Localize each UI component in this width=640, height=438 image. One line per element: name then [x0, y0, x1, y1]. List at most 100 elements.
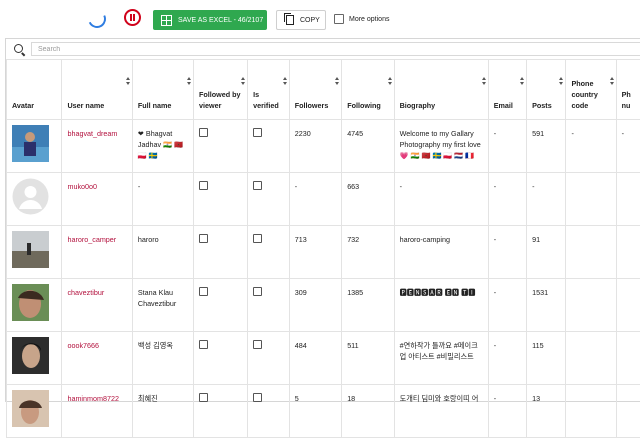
col-header-avatar[interactable]: Avatar — [7, 60, 62, 120]
following-cell: 511 — [342, 332, 394, 385]
is-verified-cell — [248, 226, 290, 279]
fullname-cell: haroro — [132, 226, 193, 279]
is-verified-cell — [248, 279, 290, 332]
table-row: oook7666백성 김영옥 484511#연하작가 틀까요 #메이크업 아티스트… — [7, 332, 640, 385]
avatar[interactable] — [12, 337, 56, 374]
phone-number-cell: - — [616, 120, 640, 173]
avatar-cell — [7, 226, 62, 279]
col-header-phone-number[interactable]: Ph nu — [616, 60, 640, 120]
search-input[interactable] — [31, 42, 640, 56]
checkbox-icon[interactable] — [334, 14, 344, 24]
results-table: Avatar User name Full name Followed by v… — [6, 59, 640, 438]
copy-button[interactable]: COPY — [276, 10, 326, 30]
checkbox-icon[interactable] — [199, 393, 208, 402]
avatar[interactable] — [12, 390, 56, 427]
checkbox-icon[interactable] — [199, 340, 208, 349]
excel-icon — [161, 15, 172, 26]
email-cell: - — [488, 332, 526, 385]
table-row: haminmom8722최혜진518도개티 딤미와 호랑이띠 어-13 — [7, 385, 640, 438]
phone-country-code-cell — [566, 385, 616, 438]
checkbox-icon[interactable] — [253, 340, 262, 349]
checkbox-icon[interactable] — [253, 181, 262, 190]
biography-cell: - — [394, 173, 488, 226]
biography-cell: #연하작가 틀까요 #메이크업 아티스트 #비밀리스트 — [394, 332, 488, 385]
followers-cell: 5 — [289, 385, 341, 438]
phone-number-cell — [616, 279, 640, 332]
followers-cell: 713 — [289, 226, 341, 279]
phone-country-code-cell: - — [566, 120, 616, 173]
fullname-cell: 백성 김영옥 — [132, 332, 193, 385]
col-header-phone-country-code[interactable]: Phone country code — [566, 60, 616, 120]
following-cell: 732 — [342, 226, 394, 279]
copy-icon — [286, 15, 294, 25]
posts-cell: 13 — [527, 385, 566, 438]
following-cell: 1385 — [342, 279, 394, 332]
checkbox-icon[interactable] — [199, 234, 208, 243]
avatar[interactable] — [12, 284, 56, 321]
phone-number-cell — [616, 385, 640, 438]
biography-cell: 도개티 딤미와 호랑이띠 어 — [394, 385, 488, 438]
posts-cell: 591 — [527, 120, 566, 173]
checkbox-icon[interactable] — [253, 393, 262, 402]
email-cell: - — [488, 120, 526, 173]
search-icon[interactable] — [14, 44, 23, 53]
loading-spinner-icon — [85, 7, 108, 30]
table-row: haroro_camperharoro713732haroro-camping-… — [7, 226, 640, 279]
phone-number-cell — [616, 173, 640, 226]
biography-cell: Welcome to my Gallary Photography my fir… — [394, 120, 488, 173]
following-cell: 663 — [342, 173, 394, 226]
table-row: chaveztiburStana Klau Chaveztibur3091385… — [7, 279, 640, 332]
avatar-cell — [7, 173, 62, 226]
fullname-cell: ❤ Bhagvat Jadhav 🇮🇳 🇲🇦 🇵🇱 🇸🇪 — [132, 120, 193, 173]
col-header-followers[interactable]: Followers — [289, 60, 341, 120]
col-header-fullname[interactable]: Full name — [132, 60, 193, 120]
followed-by-viewer-cell — [194, 279, 248, 332]
checkbox-icon[interactable] — [253, 234, 262, 243]
avatar[interactable] — [12, 231, 56, 268]
checkbox-icon[interactable] — [199, 287, 208, 296]
col-header-following[interactable]: Following — [342, 60, 394, 120]
username-link[interactable]: bhagvat_dream — [62, 120, 132, 173]
more-options-toggle[interactable]: More options — [334, 14, 389, 24]
username-link[interactable]: haminmom8722 — [62, 385, 132, 438]
avatar-cell — [7, 120, 62, 173]
followers-cell: 484 — [289, 332, 341, 385]
posts-cell: 91 — [527, 226, 566, 279]
phone-country-code-cell — [566, 226, 616, 279]
avatar-cell — [7, 385, 62, 438]
followed-by-viewer-cell — [194, 385, 248, 438]
username-link[interactable]: muko0o0 — [62, 173, 132, 226]
following-cell: 18 — [342, 385, 394, 438]
toolbar: SAVE AS EXCEL - 46/2107 COPY More option… — [0, 0, 640, 38]
username-link[interactable]: oook7666 — [62, 332, 132, 385]
table-row: muko0o0--663--- — [7, 173, 640, 226]
username-link[interactable]: chaveztibur — [62, 279, 132, 332]
table-row: bhagvat_dream❤ Bhagvat Jadhav 🇮🇳 🇲🇦 🇵🇱 🇸… — [7, 120, 640, 173]
col-header-posts[interactable]: Posts — [527, 60, 566, 120]
avatar[interactable] — [12, 178, 56, 215]
results-panel: Avatar User name Full name Followed by v… — [5, 38, 640, 402]
is-verified-cell — [248, 385, 290, 438]
col-header-biography[interactable]: Biography — [394, 60, 488, 120]
posts-cell: 115 — [527, 332, 566, 385]
save-as-excel-button[interactable]: SAVE AS EXCEL - 46/2107 — [153, 10, 267, 30]
following-cell: 4745 — [342, 120, 394, 173]
phone-number-cell — [616, 226, 640, 279]
col-header-email[interactable]: Email — [488, 60, 526, 120]
checkbox-icon[interactable] — [253, 128, 262, 137]
is-verified-cell — [248, 332, 290, 385]
checkbox-icon[interactable] — [253, 287, 262, 296]
col-header-followed-by-viewer[interactable]: Followed by viewer — [194, 60, 248, 120]
biography-cell: haroro-camping — [394, 226, 488, 279]
followers-cell: - — [289, 173, 341, 226]
is-verified-cell — [248, 120, 290, 173]
username-link[interactable]: haroro_camper — [62, 226, 132, 279]
followed-by-viewer-cell — [194, 332, 248, 385]
avatar[interactable] — [12, 125, 56, 162]
checkbox-icon[interactable] — [199, 128, 208, 137]
checkbox-icon[interactable] — [199, 181, 208, 190]
pause-icon[interactable] — [124, 9, 141, 26]
email-cell: - — [488, 173, 526, 226]
col-header-username[interactable]: User name — [62, 60, 132, 120]
col-header-is-verified[interactable]: Is verified — [248, 60, 290, 120]
